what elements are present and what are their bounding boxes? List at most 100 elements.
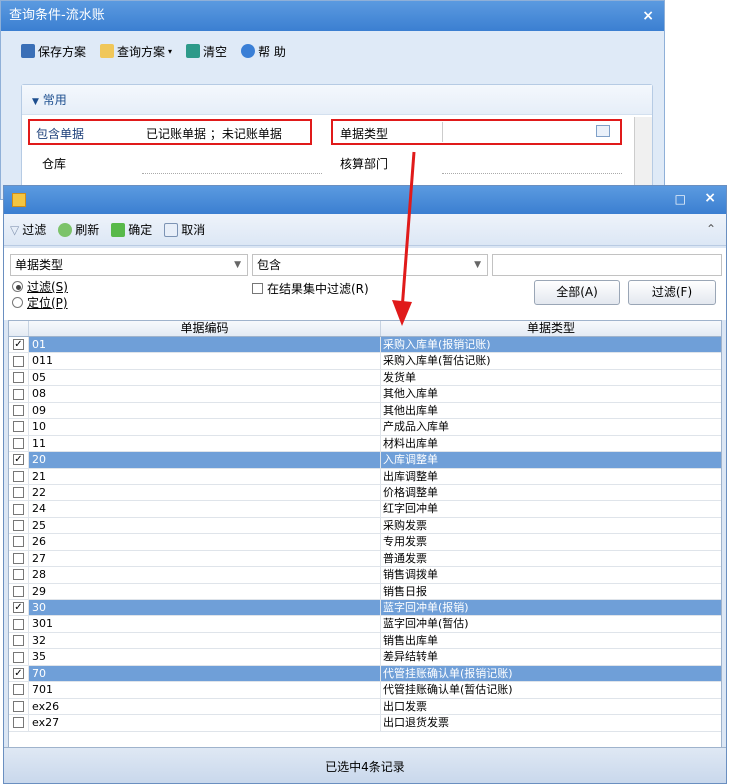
table-row[interactable]: 09 其他出库单	[9, 402, 721, 420]
table-row[interactable]: 701 代管挂账确认单(暂估记账)	[9, 682, 721, 699]
row-checkbox-cell[interactable]	[9, 715, 29, 731]
table-row[interactable]: 22 价格调整单	[9, 484, 721, 502]
row-checkbox-cell[interactable]: ✓	[9, 665, 29, 682]
row-checkbox-cell[interactable]	[9, 550, 29, 567]
help-button[interactable]: 帮 助	[241, 43, 286, 60]
checkbox[interactable]	[13, 552, 24, 564]
row-checkbox-cell[interactable]	[9, 616, 29, 632]
row-checkbox-cell[interactable]: ✓	[9, 452, 29, 468]
table-row[interactable]: 10 产成品入库单	[9, 419, 721, 436]
table-row[interactable]: ✓ 01 采购入库单(报销记账)	[9, 337, 721, 354]
include-docs-value[interactable]: 已记账单据 ；未记账单据	[146, 125, 282, 142]
table-row[interactable]: 25 采购发票	[9, 517, 721, 535]
radio-locate[interactable]: 定位(P)	[12, 294, 68, 311]
row-checkbox-cell[interactable]	[9, 353, 29, 369]
table-row[interactable]: 35 差异结转单	[9, 649, 721, 666]
row-checkbox-cell[interactable]: ✓	[9, 337, 29, 353]
table-row[interactable]: ex27 出口退货发票	[9, 715, 721, 732]
row-checkbox-cell[interactable]	[9, 386, 29, 402]
clear-button[interactable]: 清空	[186, 43, 227, 60]
save-scheme-button[interactable]: 保存方案	[21, 43, 86, 60]
row-checkbox-cell[interactable]	[9, 583, 29, 599]
row-checkbox-cell[interactable]	[9, 484, 29, 501]
filter-in-result-checkbox[interactable]: 在结果集中过滤(R)	[252, 280, 369, 297]
row-checkbox-cell[interactable]	[9, 698, 29, 715]
header-code[interactable]: 单据编码	[29, 321, 381, 336]
value-input[interactable]	[492, 254, 722, 276]
checkbox[interactable]	[13, 700, 24, 712]
table-row[interactable]: ✓ 70 代管挂账确认单(报销记账)	[9, 665, 721, 683]
table-row[interactable]: 28 销售调拨单	[9, 567, 721, 584]
row-checkbox-cell[interactable]	[9, 632, 29, 649]
row-checkbox-cell[interactable]	[9, 534, 29, 550]
checkbox[interactable]	[13, 651, 24, 663]
grid-picker-icon[interactable]	[596, 125, 610, 137]
checkbox[interactable]	[13, 470, 24, 482]
row-checkbox-cell[interactable]	[9, 517, 29, 534]
checkbox[interactable]	[13, 618, 24, 630]
table-row[interactable]: 011 采购入库单(暂估记账)	[9, 353, 721, 370]
row-checkbox-cell[interactable]	[9, 419, 29, 435]
table-row[interactable]: 08 其他入库单	[9, 386, 721, 403]
field-select[interactable]: 单据类型 ▼	[10, 254, 248, 276]
filter-button[interactable]: ▽ 过滤	[10, 221, 46, 238]
checked-checkbox[interactable]: ✓	[13, 454, 24, 466]
chevron-up-icon[interactable]: ⌃	[706, 222, 716, 236]
close-icon[interactable]: ×	[704, 190, 716, 206]
operator-select[interactable]: 包含 ▼	[252, 254, 488, 276]
checkbox[interactable]	[13, 569, 24, 581]
checkbox[interactable]	[13, 520, 24, 532]
cancel-button[interactable]: 取消	[164, 221, 205, 238]
dept-line	[442, 173, 622, 174]
checkbox[interactable]	[13, 487, 24, 499]
all-button[interactable]: 全部(A)	[534, 280, 620, 305]
doc-type-input[interactable]	[442, 122, 596, 142]
checkbox[interactable]	[13, 684, 24, 696]
checkbox[interactable]	[13, 437, 24, 449]
checkbox[interactable]	[13, 404, 24, 416]
checkbox[interactable]	[13, 503, 24, 515]
refresh-button[interactable]: 刷新	[58, 221, 99, 238]
query-scheme-button[interactable]: 查询方案 ▾	[100, 43, 172, 60]
row-type: 其他出库单	[383, 403, 438, 417]
table-row[interactable]: 11 材料出库单	[9, 435, 721, 453]
checkbox[interactable]	[13, 388, 24, 400]
panel-header[interactable]: ▼ 常用	[22, 85, 652, 115]
maximize-icon[interactable]: □	[675, 192, 686, 206]
checkbox[interactable]	[13, 421, 24, 433]
checkbox[interactable]	[13, 585, 24, 597]
header-type[interactable]: 单据类型	[381, 321, 721, 336]
checkbox[interactable]	[13, 372, 24, 384]
checkbox[interactable]	[13, 717, 24, 729]
checked-checkbox[interactable]: ✓	[13, 339, 24, 351]
row-checkbox-cell[interactable]	[9, 435, 29, 452]
checked-checkbox[interactable]: ✓	[13, 602, 24, 614]
radio-filter[interactable]: 过滤(S)	[12, 278, 68, 295]
table-row[interactable]: 24 红字回冲单	[9, 501, 721, 518]
row-checkbox-cell[interactable]	[9, 369, 29, 386]
table-row[interactable]: 05 发货单	[9, 369, 721, 387]
row-checkbox-cell[interactable]	[9, 402, 29, 419]
table-row[interactable]: 301 蓝字回冲单(暂估)	[9, 616, 721, 633]
table-row[interactable]: ✓ 30 蓝字回冲单(报销)	[9, 600, 721, 617]
table-row[interactable]: 21 出库调整单	[9, 468, 721, 485]
row-checkbox-cell[interactable]	[9, 567, 29, 583]
close-icon[interactable]: ×	[642, 1, 654, 31]
filter-f-button[interactable]: 过滤(F)	[628, 280, 716, 305]
checked-checkbox[interactable]: ✓	[13, 667, 24, 679]
row-checkbox-cell[interactable]	[9, 468, 29, 484]
table-row[interactable]: 32 销售出库单	[9, 632, 721, 650]
row-checkbox-cell[interactable]: ✓	[9, 600, 29, 616]
checkbox[interactable]	[13, 635, 24, 647]
checkbox[interactable]	[13, 355, 24, 367]
table-row[interactable]: 27 普通发票	[9, 550, 721, 568]
checkbox[interactable]	[13, 536, 24, 548]
confirm-button[interactable]: 确定	[111, 221, 152, 238]
table-row[interactable]: 29 销售日报	[9, 583, 721, 600]
table-row[interactable]: ex26 出口发票	[9, 698, 721, 716]
row-checkbox-cell[interactable]	[9, 501, 29, 517]
table-row[interactable]: ✓ 20 入库调整单	[9, 452, 721, 469]
row-checkbox-cell[interactable]	[9, 682, 29, 698]
row-checkbox-cell[interactable]	[9, 649, 29, 665]
table-row[interactable]: 26 专用发票	[9, 534, 721, 551]
